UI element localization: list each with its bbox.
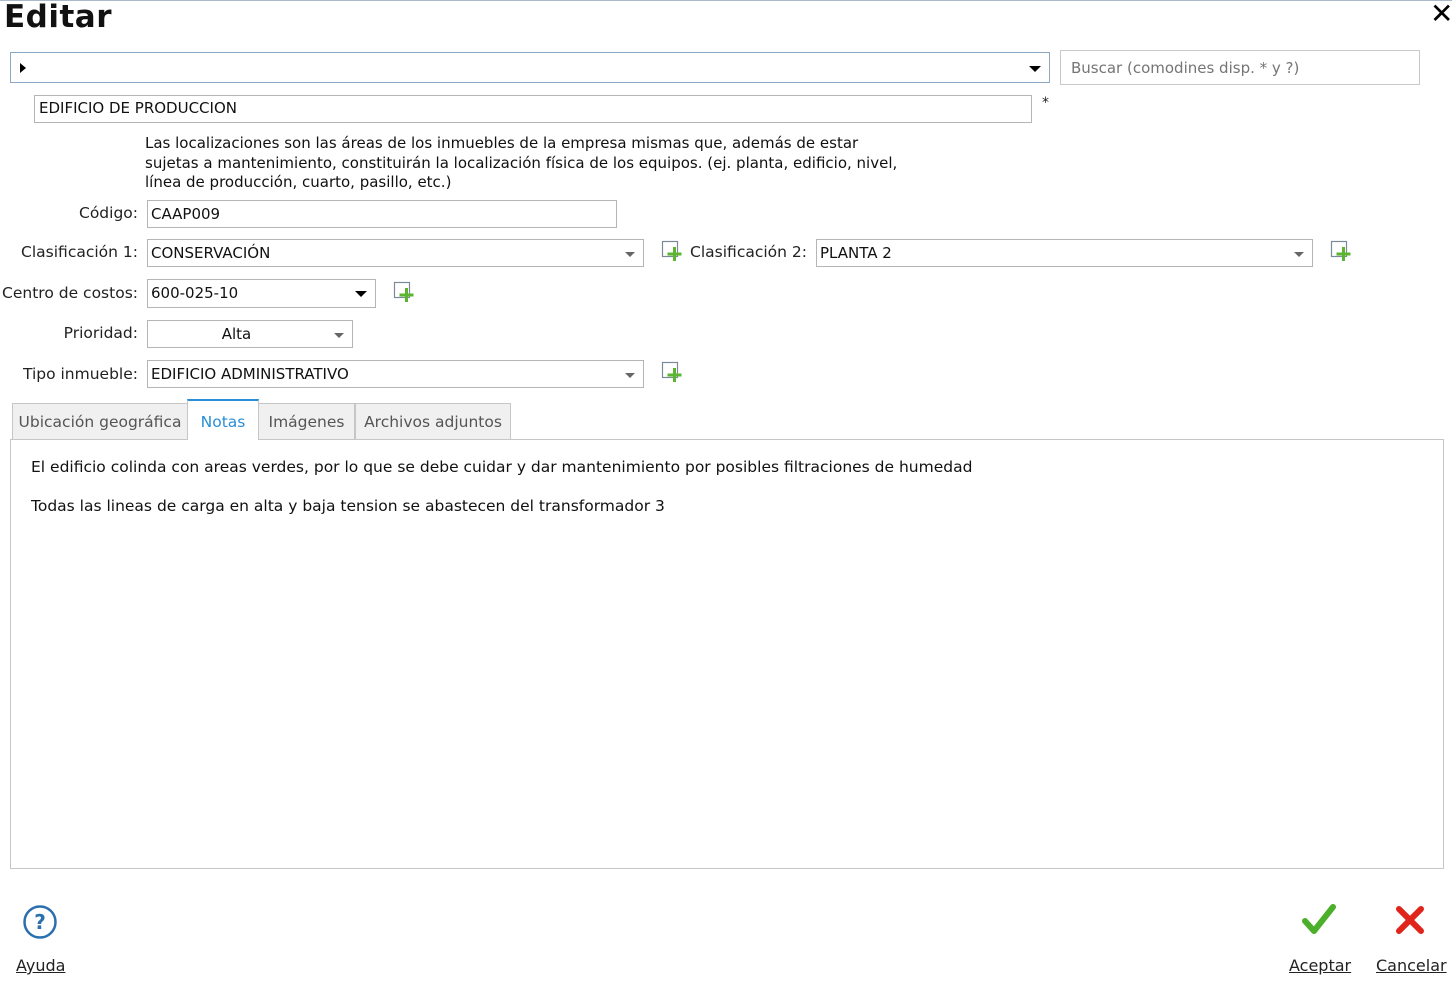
tab-archivos-adjuntos[interactable]: Archivos adjuntos	[355, 403, 511, 439]
cancel-button[interactable]: Cancelar	[1376, 956, 1447, 975]
clasificacion1-select[interactable]: CONSERVACIÓN	[147, 239, 644, 267]
tab-ubicacion-geografica[interactable]: Ubicación geográfica	[12, 403, 188, 439]
checkmark-icon[interactable]	[1302, 902, 1336, 938]
cancel-x-icon[interactable]	[1394, 904, 1426, 936]
chevron-down-icon[interactable]	[625, 252, 635, 257]
chevron-down-icon[interactable]	[625, 373, 635, 378]
centro-costos-label: Centro de costos:	[2, 284, 138, 302]
tipo-inmueble-select[interactable]: EDIFICIO ADMINISTRATIVO	[147, 360, 644, 388]
tab-notas[interactable]: Notas	[187, 399, 259, 440]
search-input[interactable]	[1060, 50, 1420, 85]
prioridad-select[interactable]: Alta	[147, 320, 353, 348]
chevron-down-icon[interactable]	[334, 333, 344, 338]
note-line: El edificio colinda con areas verdes, po…	[31, 458, 973, 476]
tab-imagenes[interactable]: Imágenes	[258, 403, 355, 439]
help-button[interactable]: Ayuda	[16, 956, 65, 975]
chevron-down-icon[interactable]	[1294, 252, 1304, 257]
notes-textarea[interactable]: El edificio colinda con areas verdes, po…	[10, 439, 1444, 869]
description-text: Las localizaciones son las áreas de los …	[145, 134, 898, 191]
accept-button[interactable]: Aceptar	[1289, 956, 1351, 975]
prioridad-label: Prioridad:	[63, 324, 138, 342]
clasificacion1-value: CONSERVACIÓN	[151, 244, 271, 262]
window-top-border	[0, 0, 1452, 1]
codigo-field[interactable]: CAAP009	[147, 200, 617, 228]
tipo-inmueble-label: Tipo inmueble:	[22, 365, 138, 383]
clasificacion2-value: PLANTA 2	[820, 244, 892, 262]
chevron-down-icon[interactable]	[1029, 66, 1041, 72]
svg-text:?: ?	[34, 910, 46, 934]
help-icon[interactable]: ?	[22, 904, 58, 940]
add-centro-costos-icon[interactable]	[393, 281, 415, 303]
required-mark: *	[1042, 95, 1049, 111]
codigo-label: Código:	[79, 204, 138, 222]
window-title: Editar	[4, 0, 113, 35]
chevron-down-icon[interactable]	[355, 291, 367, 297]
add-tipo-inmueble-icon[interactable]	[661, 361, 683, 383]
note-line: Todas las lineas de carga en alta y baja…	[31, 497, 665, 515]
expand-arrow-icon[interactable]	[20, 63, 26, 73]
centro-costos-value: 600-025-10	[151, 284, 239, 302]
tipo-inmueble-value: EDIFICIO ADMINISTRATIVO	[151, 365, 349, 383]
add-clasificacion2-icon[interactable]	[1330, 240, 1352, 262]
prioridad-value: Alta	[221, 325, 252, 343]
clasificacion2-select[interactable]: PLANTA 2	[816, 239, 1313, 267]
name-field[interactable]: EDIFICIO DE PRODUCCION	[34, 95, 1032, 123]
clasificacion2-label: Clasificación 2:	[690, 243, 807, 261]
record-navigator-combo[interactable]	[10, 52, 1050, 83]
close-icon[interactable]: ✕	[1430, 0, 1452, 28]
centro-costos-select[interactable]: 600-025-10	[147, 279, 376, 308]
clasificacion1-label: Clasificación 1:	[21, 243, 138, 261]
